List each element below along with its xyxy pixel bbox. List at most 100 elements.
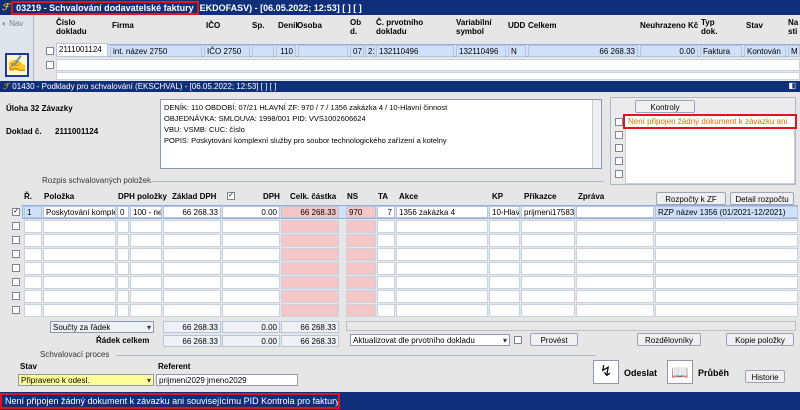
stav-select[interactable]: Připraveno k odesl. <box>18 374 154 386</box>
empty-grid-cell[interactable] <box>655 234 798 247</box>
empty-grid-cell[interactable] <box>43 248 116 261</box>
empty-grid-cell[interactable] <box>43 234 116 247</box>
empty-grid-cell[interactable] <box>521 234 575 247</box>
empty-grid-cell[interactable] <box>117 248 129 261</box>
empty-grid-cell[interactable] <box>396 262 488 275</box>
empty-grid-cell[interactable] <box>24 248 42 261</box>
sums-select[interactable]: Součty za řádek <box>50 321 154 333</box>
empty-grid-cell[interactable] <box>521 290 575 303</box>
empty-grid-cell[interactable] <box>117 220 129 233</box>
rozdelovniky-button[interactable]: Rozdělovníky <box>637 333 701 346</box>
empty-grid-cell[interactable] <box>130 262 162 275</box>
window-menu-icon[interactable]: ◧ <box>788 81 796 90</box>
prubeh-icon-button[interactable]: 📖 <box>667 360 693 384</box>
empty-grid-cell[interactable] <box>130 220 162 233</box>
empty-grid-cell[interactable] <box>489 220 520 233</box>
empty-grid-cell[interactable] <box>24 234 42 247</box>
controls-checkbox[interactable] <box>615 131 623 139</box>
empty-grid-cell[interactable] <box>346 304 376 317</box>
info-scrollbar[interactable] <box>592 100 601 168</box>
empty-grid-cell[interactable] <box>346 262 376 275</box>
empty-grid-cell[interactable] <box>24 304 42 317</box>
empty-grid-cell[interactable] <box>222 276 280 289</box>
empty-grid-cell[interactable] <box>163 290 221 303</box>
empty-grid-cell[interactable] <box>576 248 654 261</box>
empty-grid-cell[interactable] <box>576 220 654 233</box>
row-checkbox[interactable] <box>12 222 20 230</box>
empty-grid-cell[interactable] <box>489 290 520 303</box>
empty-grid-cell[interactable] <box>489 276 520 289</box>
odeslat-icon-button[interactable]: ↯ <box>593 360 619 384</box>
controls-checkbox[interactable] <box>615 118 623 126</box>
empty-grid-cell[interactable] <box>130 234 162 247</box>
approval-hand-icon[interactable]: ✍ <box>5 53 29 77</box>
empty-grid-cell[interactable] <box>117 234 129 247</box>
empty-grid-cell[interactable] <box>346 290 376 303</box>
empty-grid-cell[interactable] <box>396 220 488 233</box>
empty-grid-cell[interactable] <box>222 262 280 275</box>
empty-grid-cell[interactable] <box>43 290 116 303</box>
empty-grid-cell[interactable] <box>281 220 339 233</box>
row-checkbox[interactable] <box>12 306 20 314</box>
empty-grid-cell[interactable] <box>163 248 221 261</box>
empty-grid-cell[interactable] <box>377 220 395 233</box>
update-checkbox[interactable] <box>514 336 522 344</box>
empty-grid-cell[interactable] <box>163 234 221 247</box>
empty-grid-cell[interactable] <box>130 290 162 303</box>
empty-grid-cell[interactable] <box>576 262 654 275</box>
empty-grid-cell[interactable] <box>655 304 798 317</box>
kopie-polozky-button[interactable]: Kopie položky <box>726 333 794 346</box>
empty-grid-cell[interactable] <box>222 234 280 247</box>
empty-grid-cell[interactable] <box>346 220 376 233</box>
empty-grid-cell[interactable] <box>396 248 488 261</box>
empty-grid-cell[interactable] <box>346 234 376 247</box>
empty-grid-cell[interactable] <box>655 248 798 261</box>
empty-grid-cell[interactable] <box>163 262 221 275</box>
empty-grid-cell[interactable] <box>655 262 798 275</box>
empty-grid-cell[interactable] <box>489 248 520 261</box>
empty-grid-cell[interactable] <box>655 290 798 303</box>
row-checkbox[interactable] <box>12 292 20 300</box>
provest-button[interactable]: Provést <box>530 333 578 346</box>
row-checkbox[interactable] <box>12 236 20 244</box>
empty-grid-cell[interactable] <box>396 304 488 317</box>
empty-grid-cell[interactable] <box>576 276 654 289</box>
empty-grid-cell[interactable] <box>576 290 654 303</box>
kontroly-button[interactable]: Kontroly <box>635 100 695 113</box>
empty-grid-cell[interactable] <box>43 220 116 233</box>
empty-grid-cell[interactable] <box>24 290 42 303</box>
detail-rozpoctu-button[interactable]: Detail rozpočtu <box>730 192 794 205</box>
empty-grid-cell[interactable] <box>281 248 339 261</box>
empty-grid-cell[interactable] <box>377 262 395 275</box>
empty-grid-cell[interactable] <box>281 262 339 275</box>
empty-grid-cell[interactable] <box>489 262 520 275</box>
doc-number-cell[interactable]: 2111001124 <box>56 43 108 57</box>
empty-grid-cell[interactable] <box>281 290 339 303</box>
empty-grid-cell[interactable] <box>24 276 42 289</box>
row-checkbox[interactable] <box>12 250 20 258</box>
empty-grid-cell[interactable] <box>281 304 339 317</box>
historie-button[interactable]: Historie <box>745 370 785 383</box>
empty-grid-cell[interactable] <box>377 276 395 289</box>
controls-checkbox[interactable] <box>615 144 623 152</box>
empty-grid-cell[interactable] <box>117 276 129 289</box>
empty-grid-cell[interactable] <box>43 262 116 275</box>
empty-grid-cell[interactable] <box>521 248 575 261</box>
empty-grid-cell[interactable] <box>281 276 339 289</box>
empty-grid-cell[interactable] <box>163 304 221 317</box>
referent-field[interactable]: prijmeni2029 jmeno2029 <box>156 374 298 386</box>
empty-grid-cell[interactable] <box>43 304 116 317</box>
empty-grid-cell[interactable] <box>346 248 376 261</box>
empty-grid-cell[interactable] <box>130 248 162 261</box>
empty-grid-cell[interactable] <box>130 304 162 317</box>
empty-grid-cell[interactable] <box>655 220 798 233</box>
update-select[interactable]: Aktualizovat dle prvotního dokladu <box>350 334 510 346</box>
empty-grid-cell[interactable] <box>222 220 280 233</box>
controls-checkbox[interactable] <box>615 157 623 165</box>
empty-grid-cell[interactable] <box>163 276 221 289</box>
empty-grid-cell[interactable] <box>281 234 339 247</box>
empty-grid-cell[interactable] <box>117 262 129 275</box>
empty-grid-cell[interactable] <box>222 304 280 317</box>
empty-grid-cell[interactable] <box>396 234 488 247</box>
empty-grid-cell[interactable] <box>521 262 575 275</box>
